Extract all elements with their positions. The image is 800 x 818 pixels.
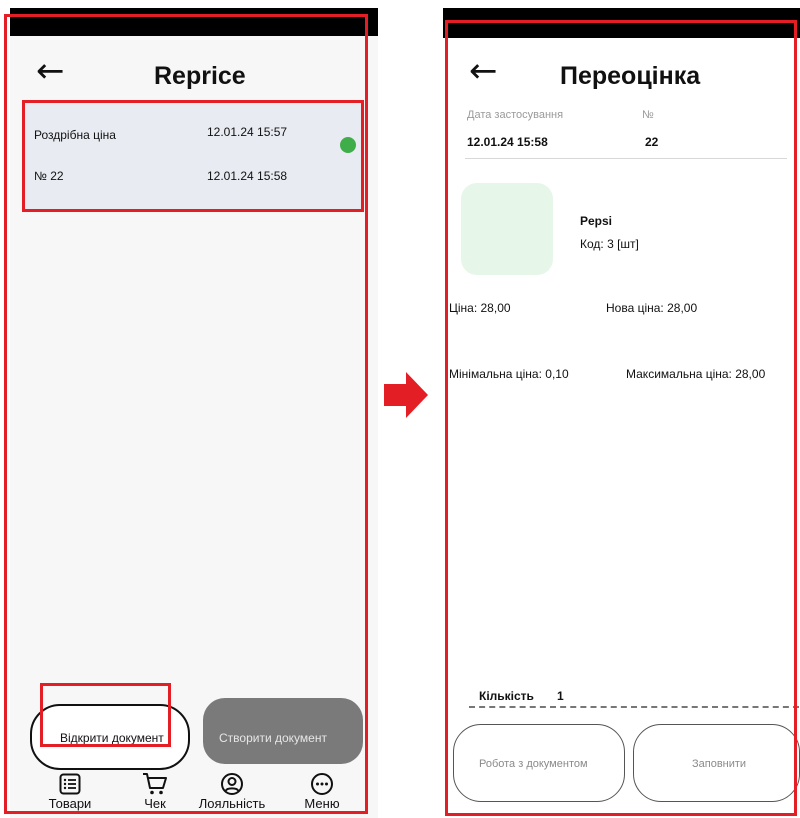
price-label: Ціна: 28,00 bbox=[449, 301, 511, 315]
list-icon bbox=[59, 773, 81, 795]
document-number: № 22 bbox=[34, 169, 64, 183]
application-date-value: 12.01.24 15:58 bbox=[467, 135, 548, 149]
product-code: Код: 3 [шт] bbox=[580, 237, 639, 251]
document-number-date: 12.01.24 15:58 bbox=[207, 169, 288, 183]
user-circle-icon bbox=[221, 773, 243, 795]
cart-icon bbox=[143, 773, 167, 795]
quantity-input[interactable]: 1 bbox=[557, 689, 564, 703]
nav-item-receipt[interactable]: Чек bbox=[115, 772, 195, 816]
fill-label: Заповнити bbox=[692, 758, 747, 770]
nav-item-goods[interactable]: Товари bbox=[30, 772, 110, 816]
divider bbox=[465, 158, 787, 159]
product-image-placeholder bbox=[461, 183, 553, 275]
document-card[interactable] bbox=[22, 100, 364, 210]
right-phone-screen: ← Переоцінка Дата застосування № 12.01.2… bbox=[443, 8, 800, 818]
back-arrow-icon[interactable]: ← bbox=[469, 54, 498, 88]
new-price-label: Нова ціна: 28,00 bbox=[606, 301, 698, 315]
document-created-date: 12.01.24 15:57 bbox=[207, 125, 288, 139]
create-document-label: Створити документ bbox=[219, 731, 327, 745]
status-bar bbox=[10, 8, 378, 36]
status-bar bbox=[443, 8, 800, 38]
min-price-label: Мінімальна ціна: 0,10 bbox=[449, 367, 569, 381]
open-document-label: Відкрити документ bbox=[60, 731, 164, 745]
nav-label: Чек bbox=[144, 796, 166, 811]
back-arrow-icon[interactable]: ← bbox=[36, 54, 65, 88]
nav-label: Товари bbox=[48, 796, 92, 811]
quantity-label: Кількість bbox=[479, 689, 534, 703]
arrow-right-icon bbox=[384, 372, 428, 418]
page-title: Переоцінка bbox=[560, 62, 701, 90]
status-dot-icon bbox=[340, 137, 356, 153]
number-value: 22 bbox=[645, 135, 659, 149]
product-name: Pepsi bbox=[580, 214, 613, 228]
work-with-document-label: Робота з документом bbox=[479, 758, 588, 770]
more-dots-icon bbox=[311, 773, 333, 795]
left-phone-screen: ← Reprice Роздрібна ціна 12.01.24 15:57 … bbox=[10, 8, 378, 818]
nav-label: Лояльність bbox=[198, 796, 266, 811]
nav-item-menu[interactable]: Меню bbox=[282, 772, 362, 816]
page-title: Reprice bbox=[154, 62, 246, 90]
application-date-label: Дата застосування bbox=[467, 109, 564, 121]
max-price-label: Максимальна ціна: 28,00 bbox=[626, 367, 766, 381]
quantity-underline bbox=[469, 706, 799, 708]
number-label: № bbox=[642, 109, 654, 121]
nav-label: Меню bbox=[304, 796, 340, 811]
nav-item-loyalty[interactable]: Лояльність bbox=[192, 772, 272, 816]
document-type-label: Роздрібна ціна bbox=[34, 128, 116, 142]
